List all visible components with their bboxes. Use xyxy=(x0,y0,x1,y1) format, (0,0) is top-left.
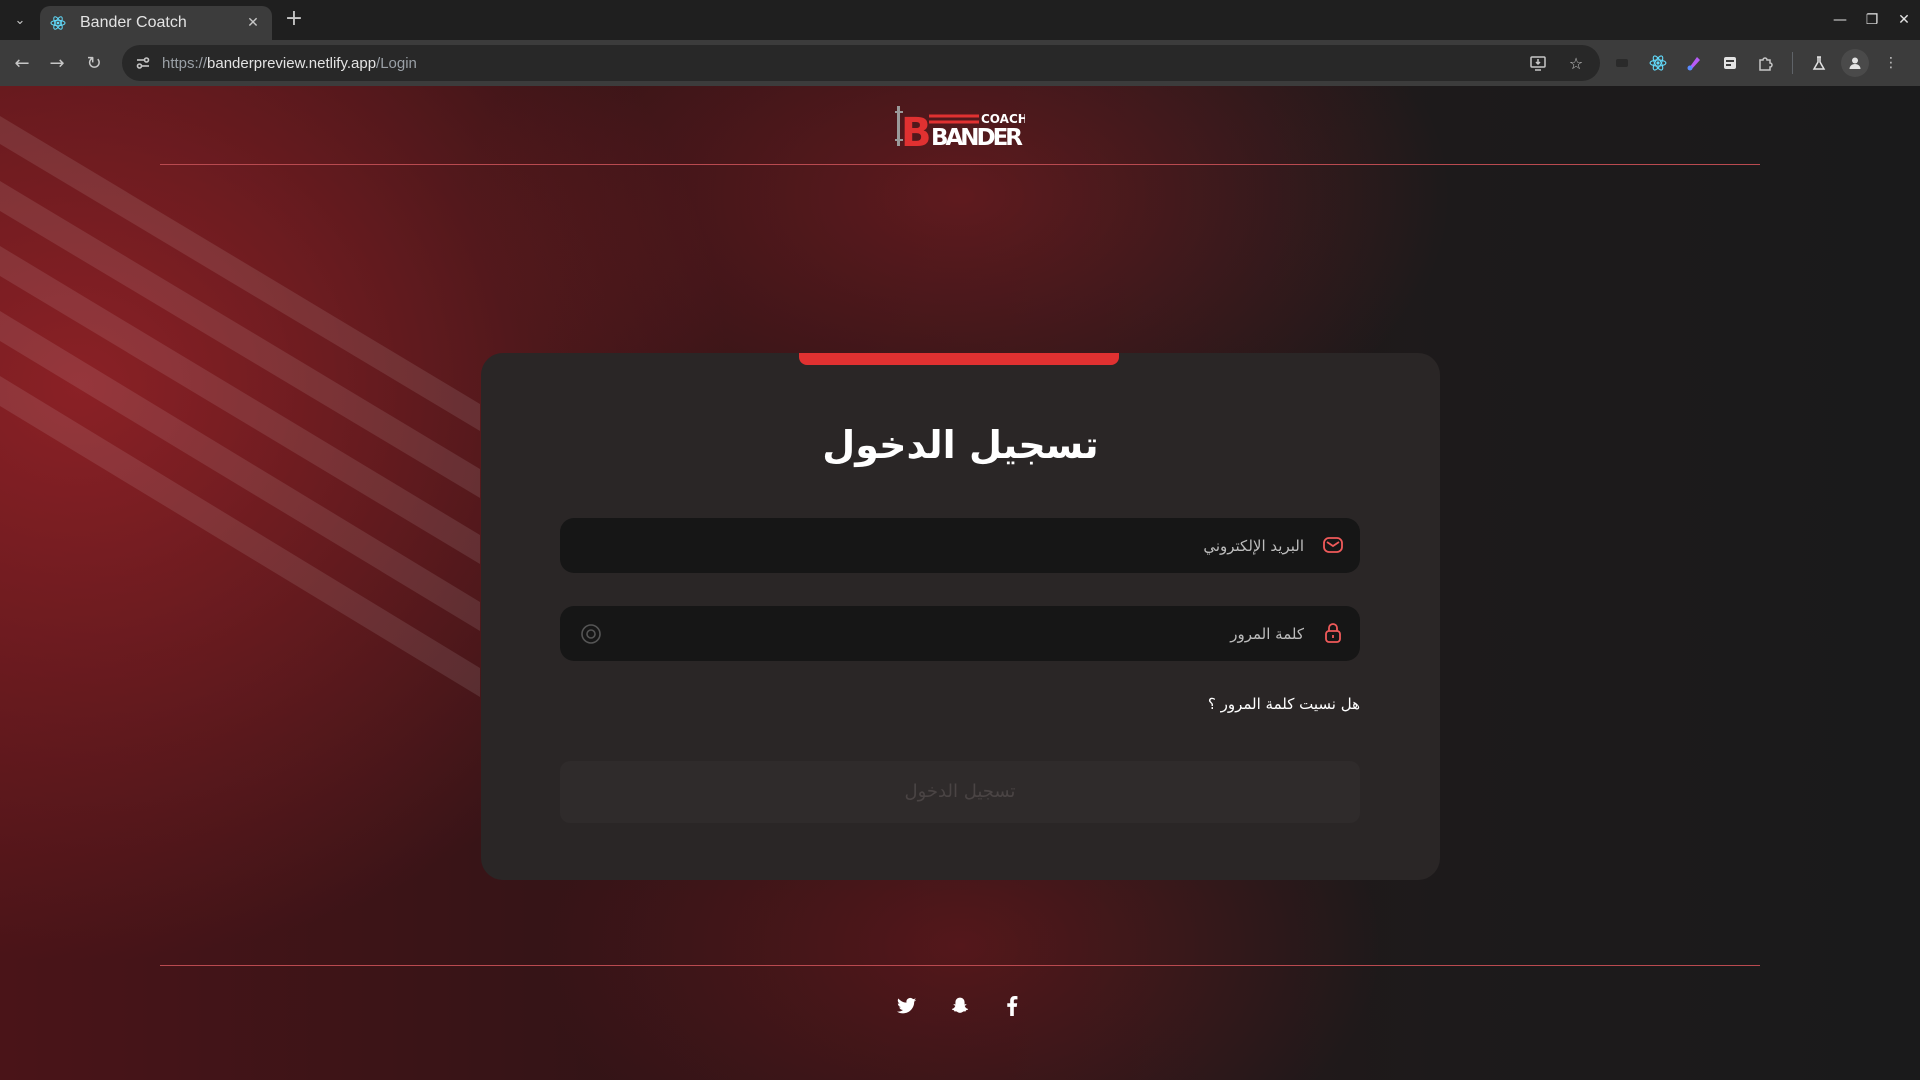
window-controls: — ❐ ✕ xyxy=(1824,0,1920,40)
forgot-password-link[interactable]: هل نسيت كلمة المرور ؟ xyxy=(1208,695,1360,713)
tab-title: Bander Coatch xyxy=(80,14,187,31)
browser-tab-strip: ⌄ Bander Coatch ✕ + — ❐ ✕ xyxy=(0,0,1920,40)
extensions-puzzle-icon[interactable] xyxy=(1752,49,1780,77)
color-picker-extension-icon[interactable] xyxy=(1680,49,1708,77)
profile-avatar-icon[interactable] xyxy=(1841,49,1869,77)
card-accent-bar xyxy=(799,353,1119,365)
lock-icon xyxy=(1325,623,1341,643)
facebook-icon[interactable] xyxy=(997,991,1027,1021)
mail-icon xyxy=(1323,537,1343,553)
browser-tab[interactable]: Bander Coatch ✕ xyxy=(40,6,272,40)
restore-icon[interactable]: ❐ xyxy=(1856,0,1888,40)
reload-icon[interactable]: ↻ xyxy=(80,49,108,77)
labs-flask-icon[interactable] xyxy=(1805,49,1833,77)
tab-search-chevron-icon[interactable]: ⌄ xyxy=(6,8,34,32)
react-devtools-icon[interactable] xyxy=(1644,49,1672,77)
extensions-row: ⋮ xyxy=(1608,49,1905,77)
snapchat-icon[interactable] xyxy=(945,991,975,1021)
show-password-eye-icon[interactable] xyxy=(580,623,602,645)
url-text: https://banderpreview.netlify.app/Login xyxy=(162,55,417,72)
login-card: تسجيل الدخول هل نسيت كلمة المرور ؟ تسجيل… xyxy=(481,353,1440,880)
url-host: banderpreview.netlify.app xyxy=(207,54,377,72)
password-input[interactable] xyxy=(560,606,1360,661)
back-arrow-icon[interactable]: ← xyxy=(8,49,36,77)
svg-text:B: B xyxy=(901,110,932,150)
toolbar-separator xyxy=(1792,52,1793,74)
logo-tag-text: COACH xyxy=(981,112,1025,126)
url-path: /Login xyxy=(376,54,417,72)
site-info-icon[interactable] xyxy=(126,45,160,81)
footer-divider xyxy=(160,965,1760,966)
url-scheme: https:// xyxy=(162,54,208,72)
extension-window-icon[interactable] xyxy=(1716,49,1744,77)
email-field[interactable] xyxy=(560,518,1360,573)
login-submit-button[interactable]: تسجيل الدخول xyxy=(560,761,1360,823)
close-window-icon[interactable]: ✕ xyxy=(1888,0,1920,40)
forward-arrow-icon[interactable]: → xyxy=(43,49,71,77)
install-app-icon[interactable] xyxy=(1524,49,1552,77)
logo-word-text: BANDER xyxy=(931,125,1023,150)
password-field[interactable] xyxy=(560,606,1360,661)
close-tab-icon[interactable]: ✕ xyxy=(244,15,262,31)
login-title: تسجيل الدخول xyxy=(822,423,1099,467)
browser-toolbar: ← → ↻ https://banderpreview.netlify.app/… xyxy=(0,40,1920,86)
twitter-icon[interactable] xyxy=(892,991,922,1021)
login-page: B COACH BANDER تسجيل الدخول هل نسيت كلمة… xyxy=(0,86,1920,1080)
extension-dark-icon[interactable] xyxy=(1608,49,1636,77)
new-tab-plus-icon[interactable]: + xyxy=(282,8,306,32)
react-favicon-icon xyxy=(50,15,66,31)
address-bar[interactable]: https://banderpreview.netlify.app/Login … xyxy=(122,45,1600,81)
email-input[interactable] xyxy=(560,518,1360,573)
minimize-icon[interactable]: — xyxy=(1824,0,1856,40)
bookmark-star-icon[interactable]: ☆ xyxy=(1562,49,1590,77)
bander-coach-logo: B COACH BANDER xyxy=(895,106,1025,150)
browser-menu-kebab-icon[interactable]: ⋮ xyxy=(1877,49,1905,77)
header-divider xyxy=(160,164,1760,165)
